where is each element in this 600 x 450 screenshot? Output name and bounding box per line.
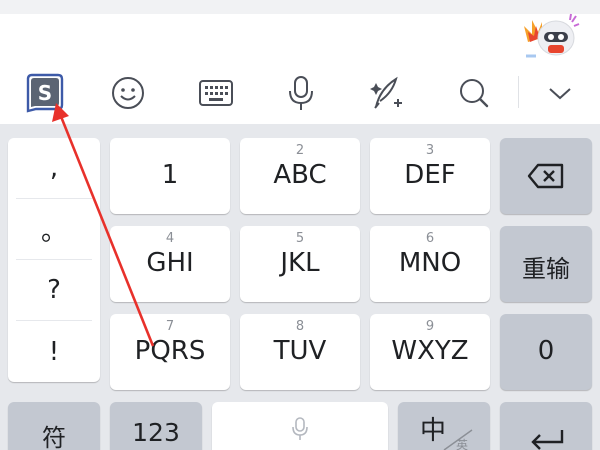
chevron-down-icon[interactable] <box>536 69 584 117</box>
keyboard-toolbar: S <box>0 62 600 124</box>
numeric-key[interactable]: 123 <box>110 402 202 450</box>
enter-key[interactable] <box>500 402 592 450</box>
key-label: GHI <box>146 248 194 278</box>
top-strip <box>0 0 600 14</box>
punct-comma[interactable]: , <box>16 138 92 199</box>
symbols-label: 符 <box>42 424 66 450</box>
language-switch-key[interactable]: 中 英 <box>398 402 490 450</box>
key-0[interactable]: 0 <box>500 314 592 390</box>
key-label: 1 <box>161 160 179 190</box>
key-1[interactable]: 1 <box>110 138 230 214</box>
toolbar-divider <box>518 76 519 108</box>
key-wxyz[interactable]: 9 WXYZ <box>370 314 490 390</box>
key-label: 0 <box>537 336 555 366</box>
backspace-icon <box>527 163 564 189</box>
punct-question[interactable]: ? <box>16 260 92 321</box>
emoji-icon[interactable] <box>104 69 152 117</box>
key-label: TUV <box>273 336 327 366</box>
key-number-hint: 9 <box>425 319 435 334</box>
backspace-key[interactable] <box>500 138 592 214</box>
key-pqrs[interactable]: 7 PQRS <box>110 314 230 390</box>
svg-text:S: S <box>38 81 52 105</box>
key-tuv[interactable]: 8 TUV <box>240 314 360 390</box>
key-number-hint: 6 <box>425 231 435 246</box>
space-key[interactable] <box>212 402 388 450</box>
space-microphone-icon <box>292 417 308 440</box>
reinput-key[interactable]: 重输 <box>500 226 592 302</box>
key-label: DEF <box>404 160 456 190</box>
search-icon[interactable] <box>450 69 498 117</box>
punct-exclamation[interactable]: ! <box>16 321 92 382</box>
enter-icon <box>531 430 564 450</box>
punctuation-list: , 。 ? ! <box>8 138 100 382</box>
microphone-icon[interactable] <box>277 69 325 117</box>
key-label: WXYZ <box>391 336 469 366</box>
key-abc[interactable]: 2 ABC <box>240 138 360 214</box>
key-number-hint: 3 <box>425 143 435 158</box>
key-number-hint: 8 <box>295 319 305 334</box>
key-ghi[interactable]: 4 GHI <box>110 226 230 302</box>
key-label: JKL <box>280 248 320 278</box>
punct-period[interactable]: 。 <box>16 199 92 260</box>
key-label: MNO <box>398 248 462 278</box>
key-mno[interactable]: 6 MNO <box>370 226 490 302</box>
keyboard-icon[interactable] <box>192 69 240 117</box>
keyboard-area: , 。 ? ! 1 2 ABC 3 DEF 4 GHI 5 JKL 6 MNO … <box>0 124 600 450</box>
key-jkl[interactable]: 5 JKL <box>240 226 360 302</box>
key-label: ABC <box>273 160 327 190</box>
key-def[interactable]: 3 DEF <box>370 138 490 214</box>
key-number-hint: 4 <box>165 231 175 246</box>
key-number-hint: 7 <box>165 319 175 334</box>
lang-sub-label: 英 <box>456 438 469 450</box>
key-number-hint: 2 <box>295 143 305 158</box>
key-label: PQRS <box>134 336 206 366</box>
numeric-label: 123 <box>132 418 180 447</box>
key-number-hint: 5 <box>295 231 305 246</box>
handwriting-icon[interactable] <box>362 69 410 117</box>
symbols-key[interactable]: 符 <box>8 402 100 450</box>
reinput-label: 重输 <box>522 255 570 283</box>
mascot-icon <box>524 13 580 58</box>
sogou-logo-icon[interactable]: S <box>20 69 68 117</box>
